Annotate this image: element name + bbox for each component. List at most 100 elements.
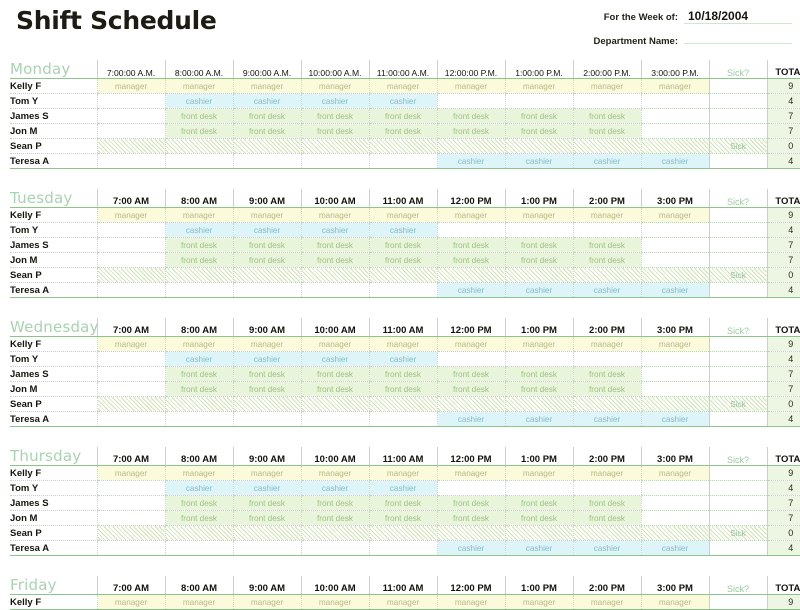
shift-cell[interactable]: manager xyxy=(164,207,233,223)
shift-cell[interactable]: cashier xyxy=(436,282,505,298)
sick-cell[interactable] xyxy=(708,123,767,139)
shift-cell[interactable] xyxy=(640,138,709,154)
shift-cell[interactable] xyxy=(300,525,369,541)
shift-cell[interactable] xyxy=(572,351,641,367)
shift-cell[interactable] xyxy=(640,510,709,526)
shift-cell[interactable]: manager xyxy=(504,465,573,481)
shift-cell[interactable]: front desk xyxy=(300,108,369,124)
shift-cell[interactable]: cashier xyxy=(164,93,233,109)
shift-cell[interactable]: manager xyxy=(436,207,505,223)
shift-cell[interactable] xyxy=(164,540,233,556)
shift-cell[interactable] xyxy=(96,222,165,238)
shift-cell[interactable]: manager xyxy=(96,336,165,352)
sick-cell[interactable] xyxy=(708,594,767,610)
shift-cell[interactable]: cashier xyxy=(504,540,573,556)
shift-cell[interactable]: front desk xyxy=(504,123,573,139)
shift-cell[interactable] xyxy=(96,351,165,367)
shift-cell[interactable]: front desk xyxy=(504,366,573,382)
shift-cell[interactable]: front desk xyxy=(368,495,437,511)
shift-cell[interactable]: front desk xyxy=(572,495,641,511)
shift-cell[interactable] xyxy=(232,138,301,154)
shift-cell[interactable] xyxy=(96,237,165,253)
shift-cell[interactable] xyxy=(640,108,709,124)
sick-cell[interactable] xyxy=(708,381,767,397)
shift-cell[interactable]: cashier xyxy=(572,282,641,298)
shift-cell[interactable]: cashier xyxy=(436,411,505,427)
shift-cell[interactable] xyxy=(572,267,641,283)
shift-cell[interactable]: front desk xyxy=(164,123,233,139)
shift-cell[interactable]: front desk xyxy=(368,252,437,268)
shift-cell[interactable]: manager xyxy=(572,207,641,223)
shift-cell[interactable] xyxy=(640,480,709,496)
shift-cell[interactable]: manager xyxy=(436,465,505,481)
sick-cell[interactable] xyxy=(708,336,767,352)
shift-cell[interactable]: front desk xyxy=(436,252,505,268)
shift-cell[interactable]: cashier xyxy=(640,411,709,427)
sick-cell[interactable] xyxy=(708,282,767,298)
shift-cell[interactable] xyxy=(164,282,233,298)
shift-cell[interactable] xyxy=(640,123,709,139)
shift-cell[interactable] xyxy=(436,138,505,154)
shift-cell[interactable]: manager xyxy=(300,594,369,610)
shift-cell[interactable]: cashier xyxy=(572,540,641,556)
shift-cell[interactable]: front desk xyxy=(572,123,641,139)
shift-cell[interactable] xyxy=(640,237,709,253)
shift-cell[interactable]: manager xyxy=(164,336,233,352)
shift-cell[interactable]: manager xyxy=(232,594,301,610)
shift-cell[interactable] xyxy=(368,282,437,298)
shift-cell[interactable] xyxy=(300,153,369,169)
shift-cell[interactable]: cashier xyxy=(232,480,301,496)
shift-cell[interactable] xyxy=(96,525,165,541)
shift-cell[interactable] xyxy=(96,480,165,496)
shift-cell[interactable]: front desk xyxy=(300,510,369,526)
shift-cell[interactable]: front desk xyxy=(436,237,505,253)
shift-cell[interactable] xyxy=(504,525,573,541)
shift-cell[interactable]: front desk xyxy=(232,510,301,526)
shift-cell[interactable]: front desk xyxy=(504,252,573,268)
sick-cell[interactable]: Sick xyxy=(708,138,767,154)
shift-cell[interactable]: manager xyxy=(300,207,369,223)
shift-cell[interactable]: front desk xyxy=(572,510,641,526)
shift-cell[interactable] xyxy=(96,153,165,169)
shift-cell[interactable]: front desk xyxy=(164,237,233,253)
shift-cell[interactable] xyxy=(572,138,641,154)
shift-cell[interactable] xyxy=(96,282,165,298)
shift-cell[interactable] xyxy=(368,540,437,556)
shift-cell[interactable]: cashier xyxy=(368,222,437,238)
shift-cell[interactable]: cashier xyxy=(300,351,369,367)
shift-cell[interactable]: front desk xyxy=(300,123,369,139)
sick-cell[interactable]: Sick xyxy=(708,267,767,283)
shift-cell[interactable]: cashier xyxy=(300,93,369,109)
shift-cell[interactable] xyxy=(572,480,641,496)
shift-cell[interactable]: front desk xyxy=(164,366,233,382)
shift-cell[interactable]: front desk xyxy=(504,108,573,124)
shift-cell[interactable] xyxy=(640,222,709,238)
shift-cell[interactable] xyxy=(504,480,573,496)
shift-cell[interactable] xyxy=(96,267,165,283)
shift-cell[interactable] xyxy=(436,396,505,412)
shift-cell[interactable]: manager xyxy=(436,336,505,352)
shift-cell[interactable]: front desk xyxy=(232,252,301,268)
shift-cell[interactable] xyxy=(504,138,573,154)
shift-cell[interactable]: front desk xyxy=(300,366,369,382)
shift-cell[interactable] xyxy=(504,93,573,109)
shift-cell[interactable]: manager xyxy=(504,207,573,223)
shift-cell[interactable] xyxy=(300,138,369,154)
sick-cell[interactable] xyxy=(708,540,767,556)
shift-cell[interactable]: front desk xyxy=(368,237,437,253)
shift-cell[interactable]: front desk xyxy=(572,252,641,268)
sick-cell[interactable] xyxy=(708,108,767,124)
shift-cell[interactable]: front desk xyxy=(368,381,437,397)
shift-cell[interactable]: manager xyxy=(232,207,301,223)
shift-cell[interactable] xyxy=(96,366,165,382)
sick-cell[interactable] xyxy=(708,366,767,382)
shift-cell[interactable]: manager xyxy=(436,78,505,94)
shift-cell[interactable]: front desk xyxy=(436,108,505,124)
shift-cell[interactable] xyxy=(164,411,233,427)
shift-cell[interactable] xyxy=(96,540,165,556)
shift-cell[interactable]: front desk xyxy=(164,495,233,511)
shift-cell[interactable] xyxy=(640,267,709,283)
shift-cell[interactable]: front desk xyxy=(232,495,301,511)
shift-cell[interactable] xyxy=(640,396,709,412)
shift-cell[interactable]: manager xyxy=(300,465,369,481)
